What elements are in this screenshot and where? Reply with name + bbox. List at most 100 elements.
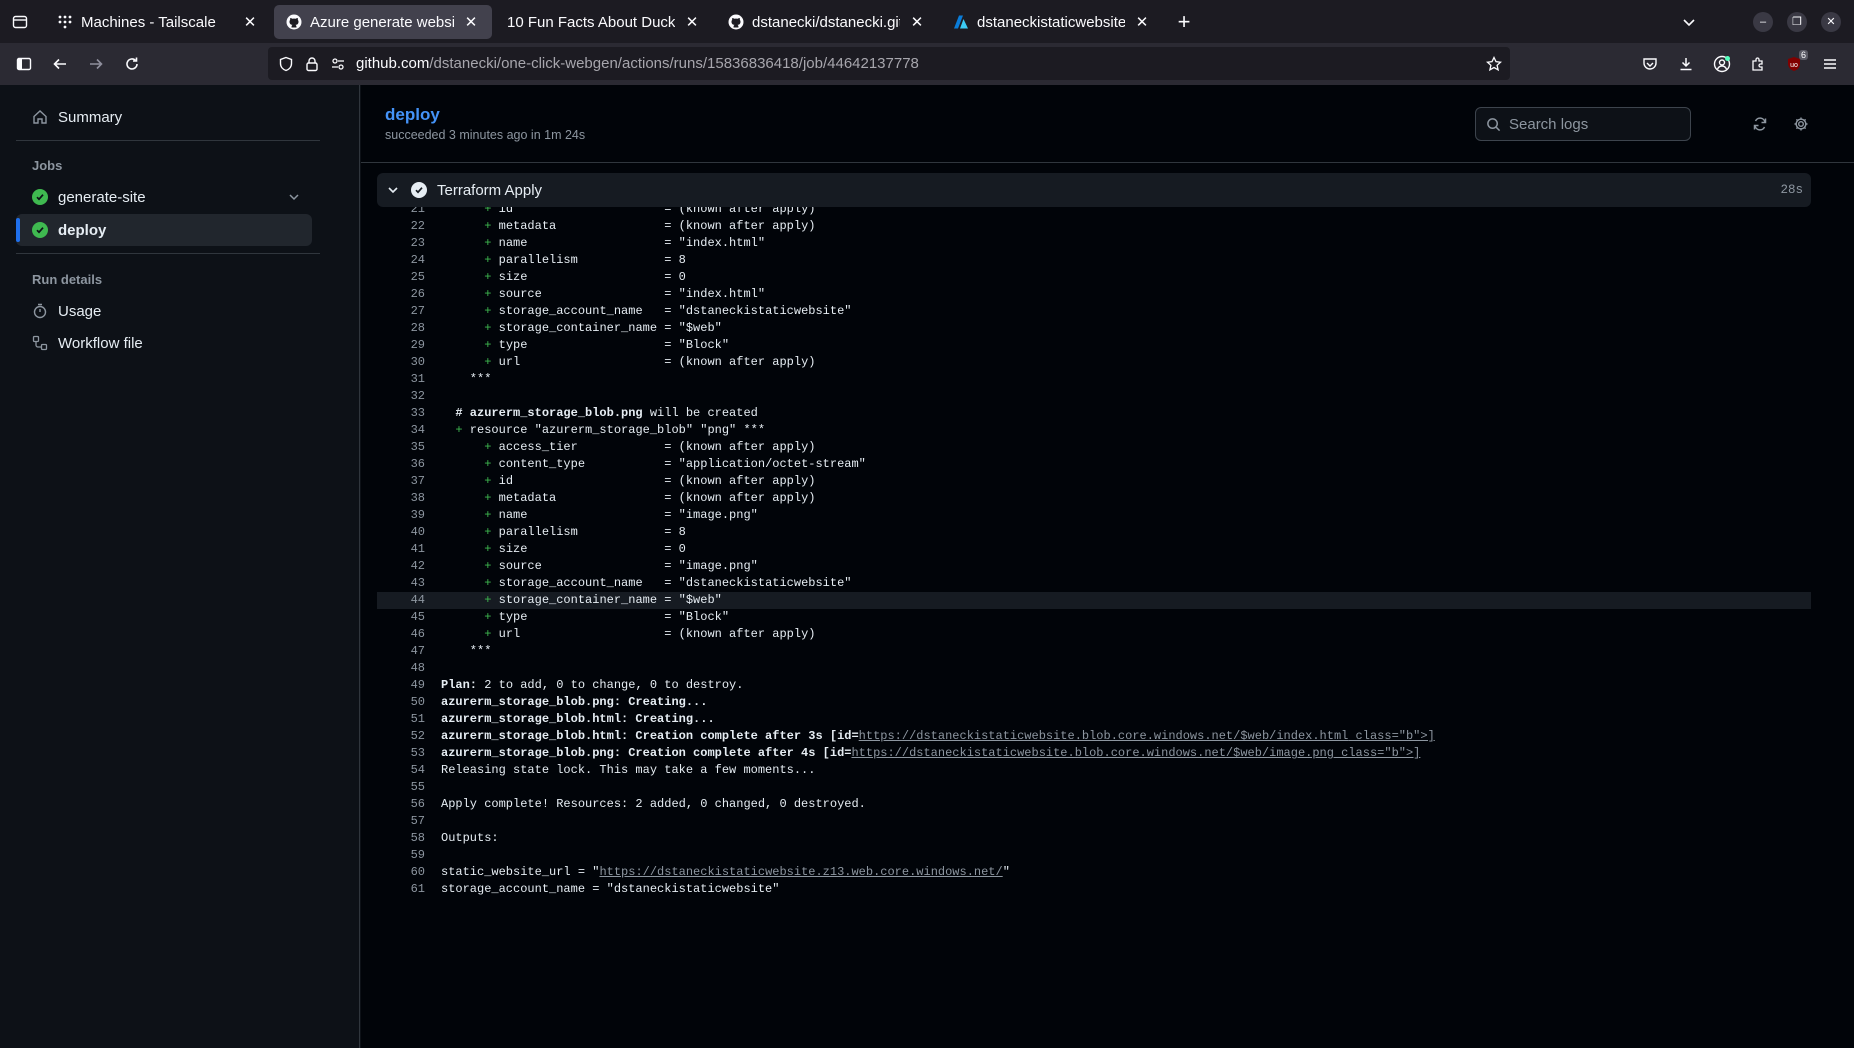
shield-icon[interactable]: [278, 56, 294, 72]
step-terraform-apply[interactable]: Terraform Apply 28s: [377, 173, 1811, 207]
log-line-number[interactable]: 46: [377, 626, 425, 643]
search-logs-field[interactable]: [1475, 107, 1691, 141]
log-line: 55: [377, 779, 1811, 796]
account-button[interactable]: [1704, 48, 1740, 80]
log-line-number[interactable]: 61: [377, 881, 425, 898]
azure-icon: [953, 14, 969, 30]
close-tab-icon[interactable]: ✕: [683, 13, 701, 31]
refresh-button[interactable]: [1749, 113, 1771, 135]
chevron-down-icon[interactable]: [286, 189, 302, 205]
log-line-number[interactable]: 59: [377, 847, 425, 864]
tab-duck-facts[interactable]: 10 Fun Facts About Ducks ✕: [495, 5, 713, 39]
log-line-text: + access_tier = (known after apply): [484, 440, 816, 454]
reload-button[interactable]: [114, 48, 150, 80]
lock-icon[interactable]: [304, 56, 320, 72]
back-button[interactable]: [42, 48, 78, 80]
log-line-number[interactable]: 26: [377, 286, 425, 303]
sidebar-item-summary[interactable]: Summary: [16, 101, 312, 133]
sidebar-job-generate-site[interactable]: generate-site: [16, 181, 312, 213]
log-line-number[interactable]: 50: [377, 694, 425, 711]
log-line-number[interactable]: 53: [377, 745, 425, 762]
log-line-number[interactable]: 58: [377, 830, 425, 847]
log-line-number[interactable]: 52: [377, 728, 425, 745]
log-line-number[interactable]: 21: [377, 207, 425, 218]
new-tab-button[interactable]: +: [1167, 5, 1201, 39]
log-line-number[interactable]: 31: [377, 371, 425, 388]
log-line-number[interactable]: 54: [377, 762, 425, 779]
firefox-view-button[interactable]: [0, 0, 40, 43]
log-line-number[interactable]: 33: [377, 405, 425, 422]
log-line-number[interactable]: 47: [377, 643, 425, 660]
job-title[interactable]: deploy: [385, 105, 440, 125]
log-link[interactable]: https://dstaneckistaticwebsite.blob.core…: [859, 729, 1435, 743]
log-line-number[interactable]: 39: [377, 507, 425, 524]
ublock-button[interactable]: uo 6: [1776, 48, 1812, 80]
log-line-number[interactable]: 55: [377, 779, 425, 796]
sidebar-item-workflow-file[interactable]: Workflow file: [16, 327, 312, 359]
tab-azure-portal[interactable]: dstaneckistaticwebsite - M ✕: [941, 5, 1163, 39]
log-link[interactable]: https://dstaneckistaticwebsite.z13.web.c…: [599, 865, 1002, 879]
address-bar[interactable]: github.com/dstanecki/one-click-webgen/ac…: [268, 47, 1510, 80]
tab-tailscale[interactable]: Machines - Tailscale ✕: [45, 5, 271, 39]
log-line-number[interactable]: 57: [377, 813, 425, 830]
log-line-number[interactable]: 30: [377, 354, 425, 371]
bookmark-star-icon[interactable]: [1486, 55, 1502, 72]
log-line: 39 + name = "image.png": [377, 507, 1811, 524]
log-line-number[interactable]: 36: [377, 456, 425, 473]
tab-title: dstaneckistaticwebsite - M: [977, 13, 1125, 31]
log-line-number[interactable]: 27: [377, 303, 425, 320]
log-line-number[interactable]: 37: [377, 473, 425, 490]
log-line-text: + name = "image.png": [484, 508, 758, 522]
log-line-number[interactable]: 42: [377, 558, 425, 575]
log-line-number[interactable]: 23: [377, 235, 425, 252]
downloads-button[interactable]: [1668, 48, 1704, 80]
sidebar-item-usage[interactable]: Usage: [16, 295, 312, 327]
log-link[interactable]: https://dstaneckistaticwebsite.blob.core…: [851, 746, 1420, 760]
log-line-number[interactable]: 49: [377, 677, 425, 694]
log-line-number[interactable]: 51: [377, 711, 425, 728]
sidebar-toggle-button[interactable]: [6, 48, 42, 80]
permissions-icon[interactable]: [330, 56, 346, 72]
close-tab-icon[interactable]: ✕: [241, 13, 259, 31]
close-window-button[interactable]: ✕: [1814, 0, 1848, 43]
log-line-number[interactable]: 28: [377, 320, 425, 337]
log-line-number[interactable]: 43: [377, 575, 425, 592]
log-line-number[interactable]: 56: [377, 796, 425, 813]
sync-icon: [1753, 117, 1767, 131]
log-line-number[interactable]: 34: [377, 422, 425, 439]
log-line-number[interactable]: 32: [377, 388, 425, 405]
settings-button[interactable]: [1790, 113, 1812, 135]
log-line-number[interactable]: 29: [377, 337, 425, 354]
log-line-number[interactable]: 41: [377, 541, 425, 558]
log-line-number[interactable]: 24: [377, 252, 425, 269]
log-line-number[interactable]: 45: [377, 609, 425, 626]
log-line-number[interactable]: 60: [377, 864, 425, 881]
minimize-button[interactable]: –: [1746, 0, 1780, 43]
list-all-tabs-button[interactable]: [1672, 0, 1706, 43]
close-tab-icon[interactable]: ✕: [462, 13, 480, 31]
tab-github-io[interactable]: dstanecki/dstanecki.githu ✕: [716, 5, 938, 39]
log-line-number[interactable]: 35: [377, 439, 425, 456]
log-line-number[interactable]: 40: [377, 524, 425, 541]
forward-button[interactable]: [78, 48, 114, 80]
log-line-text: Plan: 2 to add, 0 to change, 0 to destro…: [441, 678, 744, 692]
pocket-button[interactable]: [1632, 48, 1668, 80]
log-line-number[interactable]: 38: [377, 490, 425, 507]
github-actions-page: Summary Jobs generate-site deploy Run de…: [0, 85, 1854, 1048]
app-menu-button[interactable]: [1812, 48, 1848, 80]
log-line: 50 azurerm_storage_blob.png: Creating...: [377, 694, 1811, 711]
restore-button[interactable]: ❐: [1780, 0, 1814, 43]
log-line: 46 + url = (known after apply): [377, 626, 1811, 643]
tab-azure-generate[interactable]: Azure generate website · ✕: [274, 5, 492, 39]
log-line-number[interactable]: 25: [377, 269, 425, 286]
log-line-number[interactable]: 44: [377, 592, 425, 609]
search-logs-input[interactable]: [1509, 115, 1679, 133]
log-line-number[interactable]: 22: [377, 218, 425, 235]
extensions-button[interactable]: [1740, 48, 1776, 80]
log-line-number[interactable]: 48: [377, 660, 425, 677]
close-tab-icon[interactable]: ✕: [908, 13, 926, 31]
tab-title: Machines - Tailscale: [81, 13, 216, 31]
close-tab-icon[interactable]: ✕: [1133, 13, 1151, 31]
url-text[interactable]: github.com/dstanecki/one-click-webgen/ac…: [356, 55, 919, 72]
sidebar-job-deploy[interactable]: deploy: [16, 214, 312, 246]
